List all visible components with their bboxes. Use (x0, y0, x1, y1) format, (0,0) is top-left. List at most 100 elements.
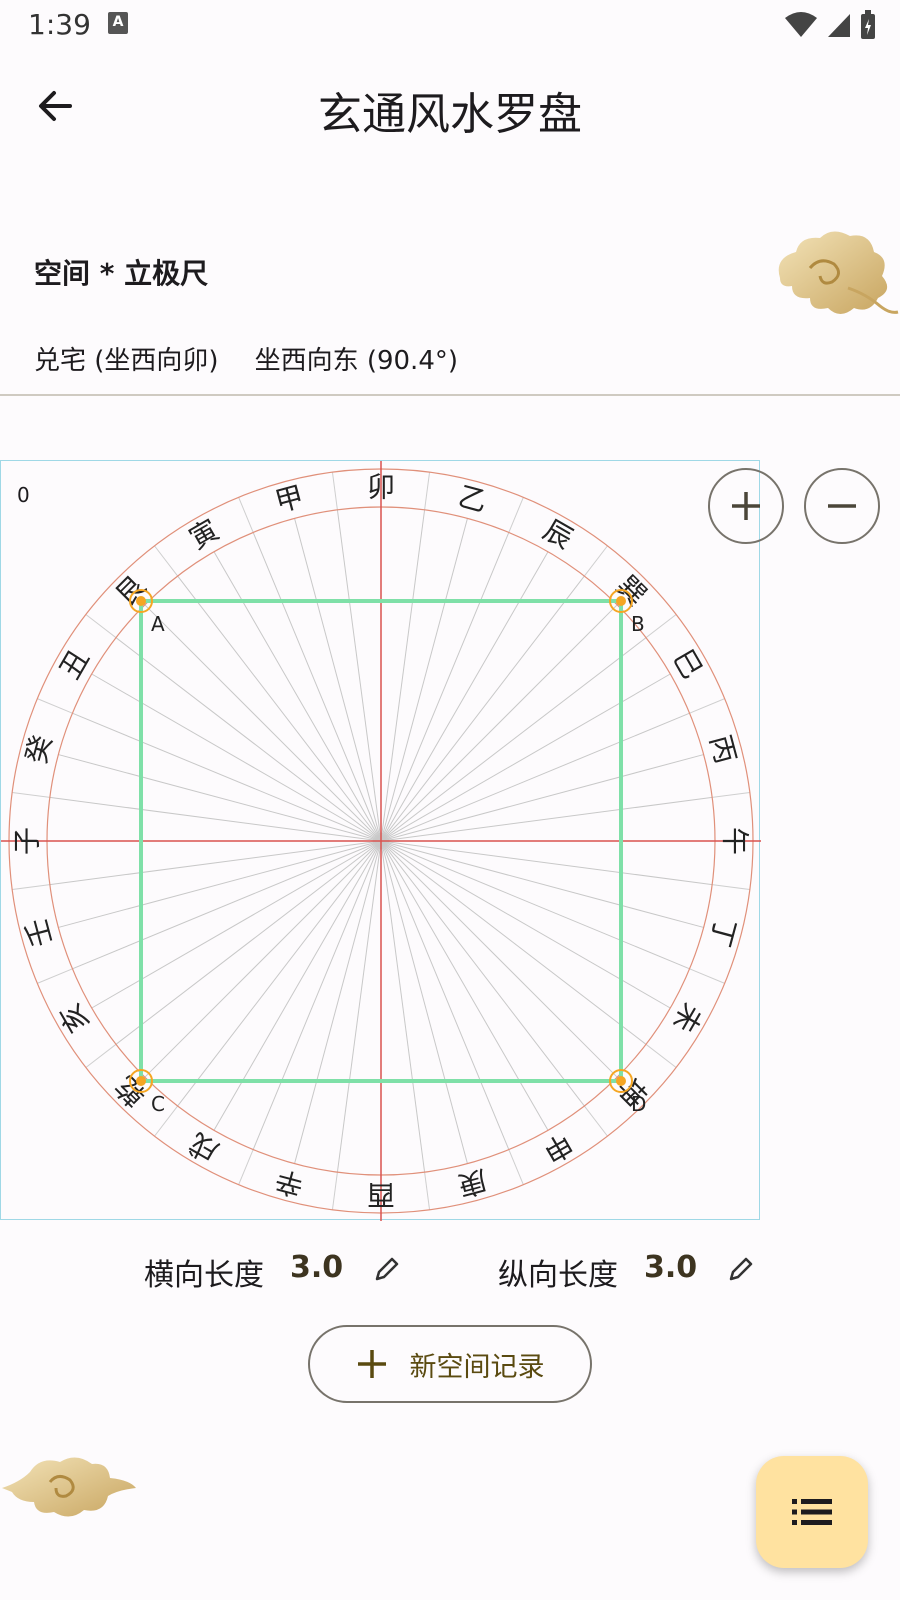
spoke-line (252, 532, 382, 842)
ring-divider (85, 1043, 117, 1068)
ring-divider (154, 545, 179, 577)
mountain-label: 丁 (703, 915, 742, 951)
spoke-line (380, 840, 426, 1173)
corner-dot (616, 596, 626, 606)
spoke-line (336, 840, 382, 1173)
spoke-line (58, 840, 382, 928)
corner-dot (616, 1076, 626, 1086)
spoke-line (91, 673, 382, 842)
spoke-line (380, 840, 618, 1078)
ring-divider (37, 698, 73, 714)
ring-divider (331, 472, 338, 510)
spoke-line (72, 840, 382, 970)
spoke-line (380, 532, 510, 842)
ring-divider (508, 497, 524, 533)
corner-label: B (631, 612, 645, 636)
battery-icon (861, 10, 875, 39)
ring-divider (424, 1172, 431, 1210)
ring-divider (645, 614, 677, 639)
horizontal-length-label: 横向长度 (144, 1258, 264, 1293)
spoke-line (380, 840, 510, 1150)
mountain-label: 午 (719, 827, 752, 855)
plus-icon (357, 1350, 386, 1378)
mountain-label: 乙 (455, 479, 491, 518)
ring-divider (645, 1043, 677, 1068)
spoke-line (49, 796, 382, 842)
spoke-line (380, 840, 713, 886)
spoke-line (91, 840, 382, 1009)
wifi-icon (785, 12, 817, 37)
spoke-line (294, 518, 382, 842)
spoke-line (380, 551, 549, 842)
spoke-line (144, 840, 382, 1078)
spoke-line (380, 754, 704, 842)
spoke-line (336, 509, 382, 842)
ring-divider (37, 968, 73, 984)
compass-canvas[interactable]: 0 卯乙辰巽巳丙午丁未坤申庚酉辛戌乾亥壬子癸丑艮寅甲ABCD (0, 460, 761, 1221)
spoke-line (49, 840, 382, 886)
ring-divider (689, 698, 725, 714)
app-bar: 玄通风水罗盘 (0, 60, 900, 150)
status-icons (784, 10, 876, 40)
divider (0, 394, 900, 396)
mountain-label: 癸 (19, 732, 58, 768)
mountain-label: 酉 (367, 1179, 395, 1212)
corner-dot (136, 1076, 146, 1086)
ring-divider (583, 1105, 608, 1137)
spoke-line (380, 840, 468, 1164)
spoke-line (380, 712, 690, 842)
corner-dot (136, 596, 146, 606)
list-fab-button[interactable] (756, 1456, 868, 1568)
house-type: 兑宅 (坐西向卯) (34, 346, 219, 376)
spoke-line (252, 840, 382, 1150)
ring-divider (712, 791, 750, 798)
plus-icon (732, 492, 760, 520)
vertical-length-value: 3.0 (644, 1250, 698, 1285)
vertical-length-label: 纵向长度 (498, 1258, 618, 1293)
spoke-line (380, 796, 713, 842)
notification-icon: A (108, 12, 128, 34)
ring-divider (712, 884, 750, 891)
cloud-decoration-icon (778, 231, 899, 314)
info-row: 兑宅 (坐西向卯) 坐西向东 (90.4°) (34, 340, 458, 377)
dimensions-row: 横向长度 3.0 纵向长度 3.0 (0, 1250, 900, 1300)
spoke-line (380, 518, 468, 842)
spoke-line (213, 551, 382, 842)
mountain-label: 壬 (19, 915, 58, 951)
spoke-line (294, 840, 382, 1164)
spoke-line (72, 712, 382, 842)
spoke-line (58, 754, 382, 842)
direction-text: 坐西向东 (90.4°) (254, 346, 459, 376)
edit-vertical-icon[interactable] (726, 1254, 756, 1284)
ring-divider (508, 1149, 524, 1185)
mountain-label: 庚 (455, 1163, 491, 1202)
page-title: 玄通风水罗盘 (318, 89, 582, 140)
mountain-label: 丙 (703, 732, 742, 768)
minus-icon (828, 504, 856, 508)
luopan-compass[interactable]: 卯乙辰巽巳丙午丁未坤申庚酉辛戌乾亥壬子癸丑艮寅甲A BC D (1, 461, 761, 1221)
spoke-line (380, 509, 426, 842)
mountain-label: 卯 (367, 471, 395, 504)
edit-horizontal-icon[interactable] (372, 1254, 402, 1284)
status-time: 1:39 (28, 8, 91, 41)
ring-divider (331, 1172, 338, 1210)
spoke-line (380, 604, 618, 842)
spoke-line (380, 673, 671, 842)
ring-divider (12, 791, 50, 798)
ring-divider (12, 884, 50, 891)
ring-divider (238, 1149, 254, 1185)
signal-icon (828, 14, 850, 37)
status-bar: 1:39 A (0, 0, 900, 50)
mountain-label: 甲 (272, 479, 308, 518)
spoke-line (380, 840, 671, 1009)
zoom-out-button[interactable] (804, 468, 880, 544)
spoke-line (380, 840, 690, 970)
ring-divider (85, 614, 117, 639)
corner-label: D (631, 1092, 646, 1116)
mountain-label: 辛 (272, 1163, 308, 1202)
spoke-line (144, 604, 382, 842)
zoom-in-button[interactable] (708, 468, 784, 544)
spoke-line (380, 840, 704, 928)
new-space-record-button[interactable]: 新空间记录 (308, 1325, 592, 1403)
spoke-line (213, 840, 382, 1131)
